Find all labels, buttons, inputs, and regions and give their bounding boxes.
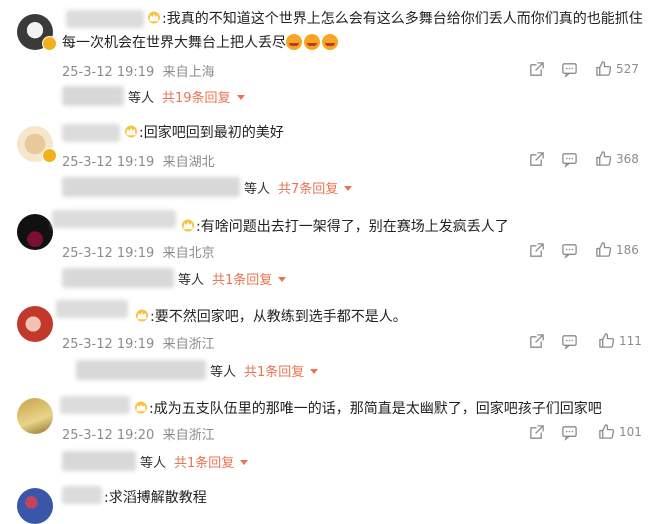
crown-icon bbox=[146, 11, 162, 24]
like-count: 111 bbox=[619, 333, 642, 348]
thumbs-up-icon bbox=[595, 241, 612, 258]
reply-users-blurred bbox=[62, 451, 136, 471]
share-button[interactable] bbox=[528, 333, 545, 350]
comment-text: :成为五支队伍里的那唯一的话，那简直是太幽默了，回家吧孩子们回家吧 bbox=[133, 398, 602, 420]
like-count: 186 bbox=[616, 242, 639, 257]
comment-text: :回家吧回到最初的美好 bbox=[123, 122, 284, 144]
reply-users-blurred bbox=[62, 86, 124, 106]
reply-count-link[interactable]: 共1条回复 bbox=[244, 361, 304, 380]
thumbs-up-icon bbox=[595, 150, 612, 167]
reply-summary[interactable]: 等人 共1条回复 bbox=[62, 451, 249, 471]
username-blurred[interactable] bbox=[62, 486, 102, 504]
chevron-down-icon bbox=[310, 368, 319, 374]
comment-icon bbox=[561, 61, 578, 78]
username-blurred[interactable] bbox=[66, 10, 144, 28]
comment-meta: 25-3-12 19:19 来自浙江 bbox=[62, 337, 215, 352]
comment-meta: 25-3-12 19:19 来自北京 bbox=[62, 246, 215, 261]
reply-count-link[interactable]: 共7条回复 bbox=[278, 178, 338, 197]
reply-suffix: 等人 bbox=[128, 90, 155, 106]
share-icon bbox=[528, 151, 545, 168]
like-button[interactable]: 101 bbox=[598, 423, 642, 440]
avatar[interactable] bbox=[17, 488, 53, 524]
reply-summary[interactable]: 等人 共7条回复 bbox=[62, 177, 353, 197]
comment-button[interactable] bbox=[561, 333, 578, 350]
reply-suffix: 等人 bbox=[244, 181, 271, 197]
comment-icon bbox=[561, 151, 578, 168]
like-button[interactable]: 368 bbox=[595, 150, 639, 167]
reply-suffix: 等人 bbox=[210, 364, 237, 380]
comment-button[interactable] bbox=[561, 61, 578, 78]
reply-users-blurred bbox=[76, 360, 206, 380]
share-button[interactable] bbox=[528, 424, 545, 441]
like-count: 368 bbox=[616, 151, 639, 166]
reply-count-link[interactable]: 共1条回复 bbox=[174, 452, 234, 471]
reply-summary[interactable]: 等人 共1条回复 bbox=[62, 268, 287, 288]
comment-text: :要不然回家吧，从教练到选手都不是人。 bbox=[134, 306, 407, 328]
reply-suffix: 等人 bbox=[140, 455, 167, 471]
crown-icon bbox=[134, 309, 150, 322]
like-count: 527 bbox=[616, 61, 639, 76]
share-button[interactable] bbox=[528, 61, 545, 78]
angry-face-emoji bbox=[304, 34, 320, 50]
reply-count-link[interactable]: 共1条回复 bbox=[212, 269, 272, 288]
like-button[interactable]: 111 bbox=[598, 332, 642, 349]
comment-icon bbox=[561, 424, 578, 441]
like-count: 101 bbox=[619, 424, 642, 439]
chevron-down-icon bbox=[278, 276, 287, 282]
share-button[interactable] bbox=[528, 151, 545, 168]
comment-button[interactable] bbox=[561, 242, 578, 259]
avatar[interactable] bbox=[17, 398, 53, 434]
share-icon bbox=[528, 242, 545, 259]
angry-face-emoji bbox=[286, 34, 302, 50]
comment-text: :我真的不知道这个世界上怎么会有这么多舞台给你们丢人而你们真的也能抓住 bbox=[146, 8, 643, 30]
like-button[interactable]: 186 bbox=[595, 241, 639, 258]
comment-meta: 25-3-12 19:19 来自上海 bbox=[62, 65, 215, 80]
thumbs-up-icon bbox=[598, 423, 615, 440]
comment-icon bbox=[561, 242, 578, 259]
comment-text: :求滔搏解散教程 bbox=[104, 490, 207, 506]
reply-summary[interactable]: 等人 共1条回复 bbox=[76, 360, 319, 380]
comment-button[interactable] bbox=[561, 151, 578, 168]
chevron-down-icon bbox=[240, 459, 249, 465]
comment-icon bbox=[561, 333, 578, 350]
username-blurred[interactable] bbox=[56, 300, 128, 318]
username-blurred[interactable] bbox=[62, 124, 120, 142]
comment-text: :有啥问题出去打一架得了，别在赛场上发疯丢人了 bbox=[180, 216, 509, 238]
chevron-down-icon bbox=[344, 185, 353, 191]
thumbs-up-icon bbox=[595, 60, 612, 77]
like-button[interactable]: 527 bbox=[595, 60, 639, 77]
share-icon bbox=[528, 61, 545, 78]
comment-meta: 25-3-12 19:19 来自湖北 bbox=[62, 155, 215, 170]
reply-users-blurred bbox=[62, 268, 174, 288]
reply-summary[interactable]: 等人 共19条回复 bbox=[62, 86, 245, 106]
avatar[interactable] bbox=[17, 306, 53, 342]
comment-button[interactable] bbox=[561, 424, 578, 441]
share-icon bbox=[528, 424, 545, 441]
share-icon bbox=[528, 333, 545, 350]
chevron-down-icon bbox=[236, 94, 245, 100]
reply-suffix: 等人 bbox=[178, 272, 205, 288]
reply-users-blurred bbox=[62, 177, 240, 197]
comment-meta: 25-3-12 19:20 来自浙江 bbox=[62, 428, 215, 443]
verified-badge-icon bbox=[42, 36, 57, 51]
verified-badge-icon bbox=[42, 148, 57, 163]
share-button[interactable] bbox=[528, 242, 545, 259]
username-blurred[interactable] bbox=[52, 210, 176, 228]
crown-icon bbox=[180, 219, 196, 232]
crown-icon bbox=[123, 125, 139, 138]
comment-text-line2: 每一次机会在世界大舞台上把人丢尽 bbox=[62, 32, 340, 54]
avatar[interactable] bbox=[17, 214, 53, 250]
thumbs-up-icon bbox=[598, 332, 615, 349]
username-blurred[interactable] bbox=[60, 396, 130, 414]
angry-face-emoji bbox=[322, 34, 338, 50]
crown-icon bbox=[133, 401, 149, 414]
reply-count-link[interactable]: 共19条回复 bbox=[162, 87, 231, 106]
